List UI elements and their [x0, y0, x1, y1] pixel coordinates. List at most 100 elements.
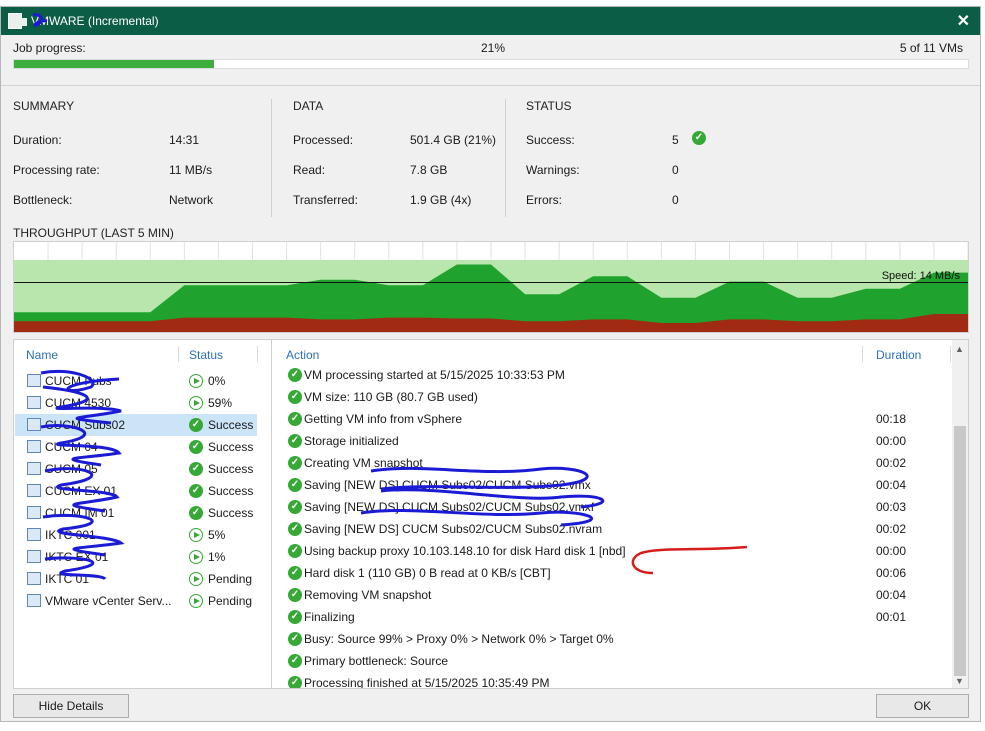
action-text: VM processing started at 5/15/2025 10:33… — [304, 368, 565, 382]
warnings-label: Warnings: — [526, 163, 580, 177]
success-check-icon: ✓ — [288, 478, 302, 492]
vm-name: CUCM EX 01 — [45, 484, 118, 498]
vm-list-row[interactable]: CUCM EX 01 ✓ Success — [15, 480, 257, 502]
vm-list-row[interactable]: IKTC 01 Pending — [15, 568, 257, 590]
divider — [271, 99, 272, 217]
vm-icon — [27, 484, 41, 497]
bottleneck-label: Bottleneck: — [13, 193, 73, 207]
details-panel: Name Status CUCM Pubs 0% CUCM 4530 59% CUCM … — [13, 339, 969, 689]
column-header-duration[interactable]: Duration — [876, 348, 921, 362]
action-duration: 00:02 — [876, 456, 907, 470]
column-header-action[interactable]: Action — [286, 348, 319, 362]
action-text: Busy: Source 99% > Proxy 0% > Network 0%… — [304, 632, 614, 646]
vm-name: IKTC 001 — [45, 528, 96, 542]
speed-label: Speed: 14 MB/s — [881, 270, 960, 282]
close-icon[interactable]: ✕ — [957, 11, 970, 31]
vm-list-row[interactable]: CUCM IM 01 ✓ Success — [15, 502, 257, 524]
vm-list-row[interactable]: CUCM 05 ✓ Success — [15, 458, 257, 480]
column-header-name[interactable]: Name — [26, 348, 58, 362]
duration-value: 14:31 — [169, 133, 200, 147]
column-separator[interactable] — [950, 346, 951, 362]
column-separator[interactable] — [178, 346, 179, 362]
action-text: Creating VM snapshot — [304, 456, 423, 470]
action-row[interactable]: ✓ Getting VM info from vSphere 00:18 — [274, 408, 954, 430]
success-check-icon: ✓ — [288, 610, 302, 624]
action-row[interactable]: ✓ Saving [NEW DS] CUCM Subs02/CUCM Subs02… — [274, 496, 954, 518]
divider — [1, 85, 980, 86]
action-row[interactable]: ✓ Saving [NEW DS] CUCM Subs02/CUCM Subs02… — [274, 518, 954, 540]
vm-icon — [27, 462, 41, 475]
success-check-icon: ✓ — [288, 654, 302, 668]
action-text: Saving [NEW DS] CUCM Subs02/CUCM Subs02.… — [304, 500, 595, 514]
action-row[interactable]: ✓ Processing finished at 5/15/2025 10:35:… — [274, 672, 954, 688]
play-status-icon — [189, 550, 203, 564]
action-text: Hard disk 1 (110 GB) 0 B read at 0 KB/s … — [304, 566, 551, 580]
action-duration: 00:18 — [876, 412, 907, 426]
action-row[interactable]: ✓ VM processing started at 5/15/2025 10:3… — [274, 364, 954, 386]
vm-list: Name Status CUCM Pubs 0% CUCM 4530 59% CUCM … — [14, 340, 272, 688]
success-check-icon: ✓ — [288, 434, 302, 448]
action-row[interactable]: ✓ Using backup proxy 10.103.148.10 for di… — [274, 540, 954, 562]
action-duration: 00:02 — [876, 522, 907, 536]
success-check-icon: ✓ — [288, 368, 302, 382]
title-bar[interactable]: VMWARE (Incremental) ✕ — [1, 7, 980, 35]
vm-list-row[interactable]: VMware vCenter Serv... Pending — [15, 590, 257, 612]
processing-rate-label: Processing rate: — [13, 163, 100, 177]
action-row[interactable]: ✓ Hard disk 1 (110 GB) 0 B read at 0 KB/s… — [274, 562, 954, 584]
window-title: VMWARE (Incremental) — [31, 14, 159, 28]
job-progress-fill — [14, 60, 215, 68]
success-check-icon: ✓ — [189, 506, 203, 520]
vm-name: IKTC 01 — [45, 572, 90, 586]
success-check-icon: ✓ — [189, 440, 203, 454]
vm-list-row[interactable]: CUCM 4530 59% — [15, 392, 257, 414]
action-row[interactable]: ✓ Busy: Source 99% > Proxy 0% > Network 0… — [274, 628, 954, 650]
vm-name: VMware vCenter Serv... — [45, 594, 172, 608]
success-check-icon: ✓ — [189, 484, 203, 498]
divider — [505, 99, 506, 217]
play-status-icon — [189, 396, 203, 410]
action-text: Storage initialized — [304, 434, 399, 448]
vm-icon — [27, 506, 41, 519]
action-row[interactable]: ✓ Storage initialized 00:00 — [274, 430, 954, 452]
scroll-up-icon[interactable]: ▲ — [955, 344, 964, 354]
success-check-icon: ✓ — [288, 522, 302, 536]
column-header-status[interactable]: Status — [189, 348, 223, 362]
action-row[interactable]: ✓ Creating VM snapshot 00:02 — [274, 452, 954, 474]
job-progress-vms: 5 of 11 VMs — [899, 41, 963, 55]
action-row[interactable]: ✓ Finalizing 00:01 — [274, 606, 954, 628]
action-row[interactable]: ✓ VM size: 110 GB (80.7 GB used) — [274, 386, 954, 408]
vm-list-row[interactable]: CUCM Pubs 0% — [15, 370, 257, 392]
scrollbar-thumb[interactable] — [954, 426, 966, 676]
action-row[interactable]: ✓ Primary bottleneck: Source — [274, 650, 954, 672]
ok-button[interactable]: OK — [876, 694, 969, 718]
vm-list-row[interactable]: IKTC EX 01 1% — [15, 546, 257, 568]
job-details-window: VMWARE (Incremental) ✕ Job progress: 21%… — [0, 6, 981, 722]
action-log-scrollbar[interactable]: ▲ ▼ — [952, 340, 968, 688]
processing-rate-value: 11 MB/s — [169, 163, 213, 177]
hide-details-button[interactable]: Hide Details — [13, 694, 129, 718]
vm-status: 5% — [208, 528, 226, 542]
action-duration: 00:03 — [876, 500, 907, 514]
action-text: Removing VM snapshot — [304, 588, 432, 602]
vm-status: Success — [208, 418, 254, 432]
scroll-down-icon[interactable]: ▼ — [955, 676, 964, 686]
vm-status: Success — [208, 506, 254, 520]
action-text: Getting VM info from vSphere — [304, 412, 463, 426]
vm-list-row[interactable]: IKTC 001 5% — [15, 524, 257, 546]
success-check-icon: ✓ — [288, 544, 302, 558]
processed-label: Processed: — [293, 133, 354, 147]
action-row[interactable]: ✓ Saving [NEW DS] CUCM Subs02/CUCM Subs02… — [274, 474, 954, 496]
vm-list-row[interactable]: CUCM Subs02 ✓ Success — [15, 414, 257, 436]
job-progress-bar — [13, 59, 969, 69]
vm-name: IKTC EX 01 — [45, 550, 109, 564]
action-row[interactable]: ✓ Removing VM snapshot 00:04 — [274, 584, 954, 606]
read-label: Read: — [293, 163, 326, 177]
vm-icon — [27, 396, 41, 409]
column-separator[interactable] — [862, 346, 863, 362]
action-duration: 00:00 — [876, 434, 907, 448]
vm-status: 59% — [208, 396, 233, 410]
success-check-icon: ✓ — [288, 390, 302, 404]
vm-list-row[interactable]: CUCM 04 ✓ Success — [15, 436, 257, 458]
column-separator[interactable] — [257, 346, 258, 362]
play-status-icon — [189, 594, 203, 608]
